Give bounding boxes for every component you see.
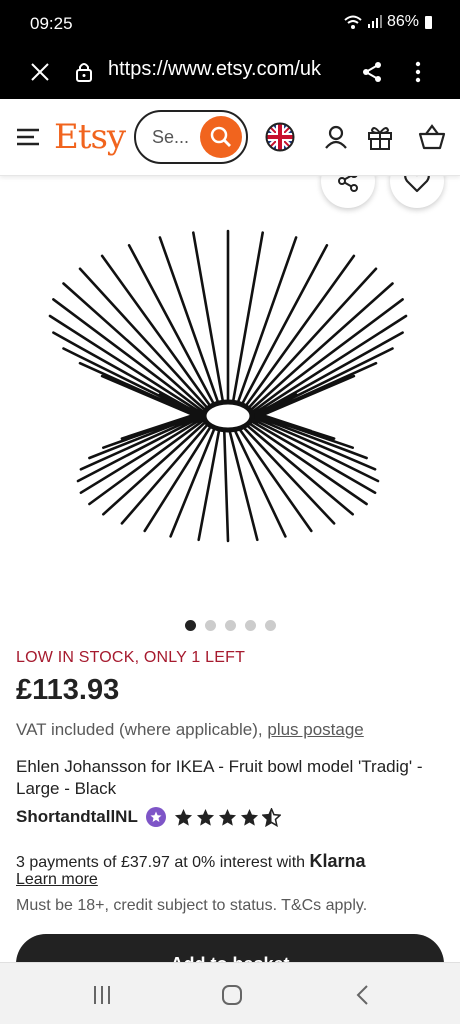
etsy-logo[interactable]: Etsy bbox=[54, 117, 126, 157]
product-title: Ehlen Johansson for IKEA - Fruit bowl mo… bbox=[16, 757, 423, 798]
menu-icon[interactable] bbox=[16, 125, 40, 149]
basket-button[interactable] bbox=[416, 121, 448, 153]
recent-apps-icon bbox=[94, 986, 110, 1004]
star-full-icon bbox=[240, 808, 258, 826]
more-vertical-icon bbox=[415, 61, 421, 83]
uk-flag-icon bbox=[265, 122, 295, 152]
browser-toolbar: https://www.etsy.com/uk bbox=[0, 46, 460, 99]
heart-icon bbox=[404, 176, 430, 193]
stock-status: LOW IN STOCK, ONLY 1 LEFT bbox=[16, 649, 246, 666]
share-button[interactable] bbox=[356, 56, 388, 88]
status-time: 09:25 bbox=[30, 14, 73, 33]
recent-apps-button[interactable] bbox=[82, 981, 122, 1009]
image-pagination[interactable] bbox=[0, 620, 460, 631]
site-header: Etsy Se... bbox=[0, 99, 460, 176]
back-icon bbox=[356, 985, 368, 1005]
vat-text: VAT included (where applicable), bbox=[16, 720, 268, 739]
bowl-base-ring bbox=[201, 399, 255, 433]
status-bar: 09:25 86% bbox=[0, 0, 460, 46]
battery-icon bbox=[425, 15, 432, 29]
search-placeholder: Se... bbox=[152, 127, 190, 147]
klarna-text: 3 payments of £37.97 at 0% interest with bbox=[16, 854, 310, 871]
pagination-dot[interactable] bbox=[264, 620, 276, 631]
pagination-dot[interactable] bbox=[204, 620, 216, 631]
gift-button[interactable] bbox=[364, 121, 396, 153]
pagination-dot[interactable] bbox=[184, 620, 196, 631]
close-icon bbox=[31, 63, 49, 81]
klarna-info: 3 payments of £37.97 at 0% interest with… bbox=[16, 851, 366, 872]
search-icon bbox=[210, 126, 231, 147]
url-text[interactable]: https://www.etsy.com/uk bbox=[108, 58, 321, 81]
fruit-bowl-image bbox=[48, 229, 408, 543]
region-button[interactable] bbox=[264, 121, 296, 153]
klarna-terms: Must be 18+, credit subject to status. T… bbox=[16, 897, 368, 914]
learn-more-link[interactable]: Learn more bbox=[16, 871, 98, 889]
shop-name[interactable]: ShortandtallNL bbox=[16, 807, 138, 827]
signal-icon bbox=[367, 15, 382, 28]
close-tab-button[interactable] bbox=[24, 56, 56, 88]
star-half-icon bbox=[261, 807, 281, 827]
battery-percent: 86% bbox=[386, 13, 419, 30]
share-icon bbox=[338, 176, 358, 192]
status-icons: 86% bbox=[343, 13, 432, 31]
basket-icon bbox=[418, 124, 446, 150]
pagination-dot[interactable] bbox=[244, 620, 256, 631]
vat-info: VAT included (where applicable), plus po… bbox=[16, 720, 364, 740]
star-seller-badge bbox=[145, 807, 166, 827]
shop-row: ShortandtallNL bbox=[16, 807, 281, 827]
klarna-logo: Klarna bbox=[309, 851, 366, 871]
star-full-icon bbox=[218, 808, 236, 826]
home-button[interactable] bbox=[212, 981, 252, 1009]
user-icon bbox=[325, 125, 347, 149]
plus-postage-link[interactable]: plus postage bbox=[267, 720, 363, 739]
rating-stars[interactable] bbox=[174, 807, 281, 827]
site-info-button[interactable] bbox=[68, 56, 100, 88]
wifi-icon bbox=[344, 15, 362, 29]
star-full-icon bbox=[196, 808, 214, 826]
star-full-icon bbox=[174, 808, 192, 826]
product-image[interactable] bbox=[0, 176, 460, 606]
gift-icon bbox=[368, 127, 392, 150]
pagination-dot[interactable] bbox=[224, 620, 236, 631]
system-nav-bar bbox=[0, 962, 460, 1024]
star-seller-icon bbox=[150, 811, 162, 822]
share-icon bbox=[363, 62, 381, 82]
search-button[interactable] bbox=[200, 116, 242, 158]
home-icon bbox=[222, 985, 242, 1005]
search-input[interactable]: Se... bbox=[134, 110, 248, 164]
lock-icon bbox=[76, 63, 92, 82]
browser-menu-button[interactable] bbox=[402, 56, 434, 88]
account-button[interactable] bbox=[320, 121, 352, 153]
bowl-wires bbox=[48, 229, 408, 543]
back-button[interactable] bbox=[342, 981, 382, 1009]
price: £113.93 bbox=[16, 674, 120, 706]
